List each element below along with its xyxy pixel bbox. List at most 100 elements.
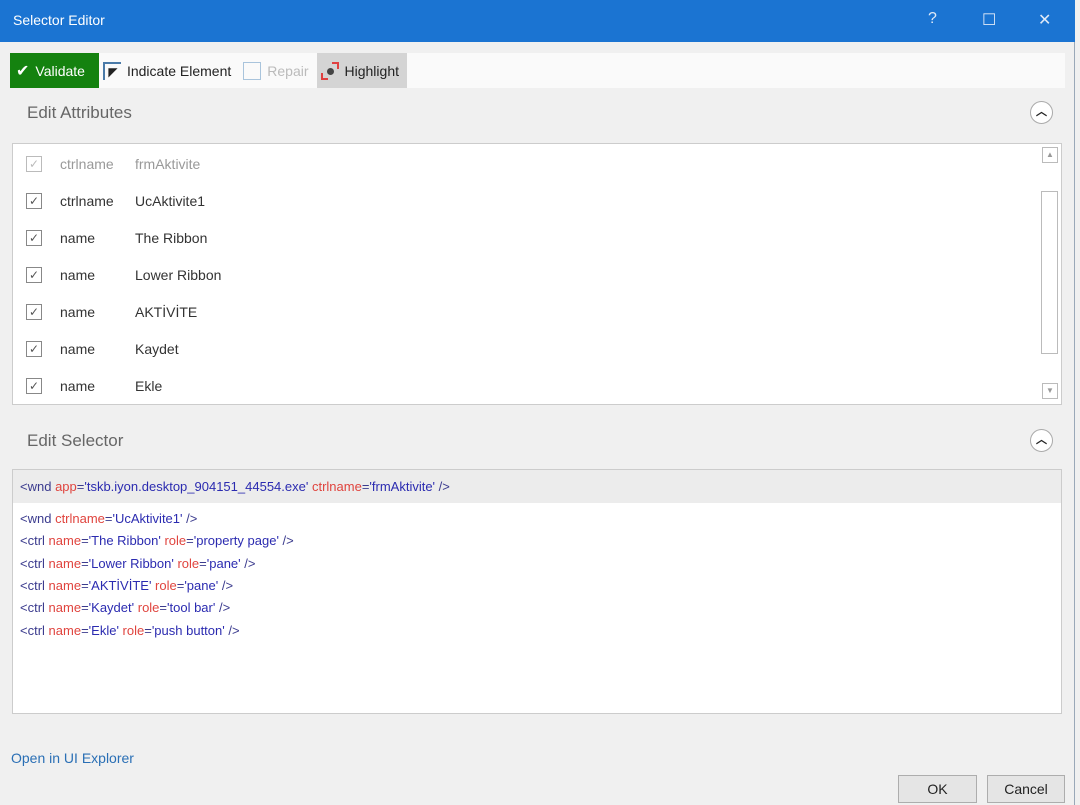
attribute-name: name (60, 378, 96, 394)
attribute-value[interactable]: UcAktivite1 (135, 193, 205, 209)
attribute-value[interactable]: The Ribbon (135, 230, 207, 246)
window-title: Selector Editor (13, 12, 105, 28)
highlight-button[interactable]: Highlight (316, 53, 407, 88)
selector-line: <ctrl name='Lower Ribbon' role='pane' /> (20, 556, 255, 571)
cursor-target-icon: ◤ (102, 61, 121, 80)
attribute-checkbox[interactable]: ✓ (26, 267, 42, 283)
selector-line: <ctrl name='Kaydet' role='tool bar' /> (20, 600, 230, 615)
indicate-element-label: Indicate Element (126, 62, 232, 79)
selector-tag: /> (218, 577, 234, 593)
selector-attr-value: 'Lower Ribbon' (88, 555, 178, 571)
attributes-scrollbar[interactable]: ▲ ▼ (1040, 144, 1060, 404)
attribute-value[interactable]: frmAktivite (135, 156, 200, 172)
attribute-name: name (60, 230, 96, 246)
repair-icon (243, 61, 262, 80)
attribute-name: ctrlname (60, 193, 114, 209)
selector-attr-value: 'Ekle' (88, 622, 123, 638)
attribute-checkbox[interactable]: ✓ (26, 193, 42, 209)
selector-tag: /> (240, 555, 256, 571)
cancel-button[interactable]: Cancel (987, 775, 1065, 803)
selector-editor[interactable]: <wnd app = 'tskb.iyon.desktop_904151_44554… (12, 469, 1062, 714)
maximize-icon[interactable]: ☐ (982, 10, 996, 30)
collapse-attributes-button[interactable]: ︿ (1030, 101, 1053, 124)
selector-attr-value: 'Kaydet' (88, 600, 138, 616)
selector-tag: /> (215, 600, 231, 616)
selector-line: <ctrl name='The Ribbon' role='property p… (20, 533, 294, 548)
highlight-label: Highlight (344, 62, 399, 79)
selector-attr-value: 'UcAktivite1' (112, 511, 183, 526)
selector-tag: = (81, 577, 89, 593)
selector-attr-name: ctrlname (55, 511, 105, 526)
selector-tag: = (159, 600, 168, 616)
attribute-checkbox[interactable]: ✓ (26, 304, 42, 320)
attribute-checkbox[interactable]: ✓ (26, 378, 42, 394)
selector-tag: = (81, 622, 89, 638)
attribute-name: name (60, 304, 96, 320)
selector-attr-name: name (48, 600, 82, 616)
selector-tag: /> (435, 479, 450, 494)
attribute-row: ✓ name Lower Ribbon (13, 260, 1033, 290)
selector-tag: <ctrl (20, 622, 49, 638)
scroll-up-icon[interactable]: ▲ (1042, 147, 1058, 163)
attribute-value[interactable]: AKTİVİTE (135, 304, 197, 320)
edit-selector-heading: Edit Selector (27, 431, 124, 450)
selector-tag: <ctrl (20, 577, 49, 593)
scrollbar-thumb[interactable] (1041, 191, 1058, 354)
selector-line: <wnd app='tskb.iyon.desktop_904151_44554… (20, 479, 450, 494)
selector-attr-value: 'pane' (184, 577, 219, 593)
attribute-name: name (60, 341, 96, 357)
selector-attr-name: name (48, 622, 82, 638)
attributes-list: ▲ ▼ ✓ ctrlname frmAktivite ✓ ctrlname UcA… (12, 143, 1062, 405)
close-icon[interactable]: ✕ (1038, 10, 1051, 30)
selector-attr-value: 'pane' (206, 555, 241, 571)
attribute-row: ✓ ctrlname UcAktivite1 (13, 186, 1033, 216)
selector-attr-value: 'push button' (151, 622, 225, 638)
selector-tag: = (81, 555, 89, 571)
attribute-row: ✓ ctrlname frmAktivite (13, 149, 1033, 179)
selector-attr-name: role (122, 622, 145, 638)
scroll-down-icon[interactable]: ▼ (1042, 383, 1058, 399)
selector-tag: = (144, 622, 152, 638)
selector-attr-value: 'The Ribbon' (88, 533, 165, 549)
selector-tag: = (104, 511, 113, 526)
selector-attr-name: role (164, 533, 187, 549)
attribute-value[interactable]: Kaydet (135, 341, 179, 357)
selector-tag: = (199, 555, 207, 571)
selector-tag: <wnd (20, 511, 56, 526)
attribute-row: ✓ name The Ribbon (13, 223, 1033, 253)
ok-button[interactable]: OK (898, 775, 977, 803)
open-in-ui-explorer-link[interactable]: Open in UI Explorer (11, 750, 134, 766)
attribute-checkbox[interactable]: ✓ (26, 341, 42, 357)
selector-tag: /> (182, 511, 198, 526)
highlight-icon (320, 61, 339, 80)
selector-line: <ctrl name='AKTİVİTE' role='pane' /> (20, 578, 233, 593)
collapse-selector-button[interactable]: ︿ (1030, 429, 1053, 452)
attribute-checkbox[interactable]: ✓ (26, 156, 42, 172)
selector-tag: <ctrl (20, 555, 49, 571)
selector-attr-name: name (48, 577, 82, 593)
attribute-row: ✓ name AKTİVİTE (13, 297, 1033, 327)
attribute-row: ✓ name Kaydet (13, 334, 1033, 364)
selector-attr-name: role (137, 600, 160, 616)
validate-label: Validate (35, 62, 85, 79)
title-bar: Selector Editor ? ☐ ✕ (0, 0, 1075, 42)
selector-tag: = (81, 533, 89, 549)
repair-button[interactable]: Repair (239, 53, 316, 88)
attribute-row: ✓ name Ekle (13, 371, 1033, 401)
selector-attr-value: 'AKTİVİTE' (88, 577, 156, 593)
selector-attr-value: 'tool bar' (167, 600, 216, 616)
selector-tag: = (186, 533, 194, 549)
check-icon: ✔ (16, 62, 30, 80)
indicate-element-button[interactable]: ◤ Indicate Element (99, 53, 239, 88)
selector-attr-name: app (55, 479, 77, 494)
selector-tag: <wnd (20, 479, 56, 494)
attribute-name: name (60, 267, 96, 283)
validate-button[interactable]: ✔ Validate (10, 53, 99, 88)
attribute-checkbox[interactable]: ✓ (26, 230, 42, 246)
attribute-value[interactable]: Ekle (135, 378, 162, 394)
selector-editor-window: Selector Editor ? ☐ ✕ ✔ Validate ◤ Indic… (0, 0, 1075, 805)
selector-attr-name: name (48, 555, 82, 571)
help-icon[interactable]: ? (928, 10, 937, 28)
attribute-value[interactable]: Lower Ribbon (135, 267, 221, 283)
selector-attr-value: 'tskb.iyon.desktop_904151_44554.exe' (84, 479, 312, 494)
